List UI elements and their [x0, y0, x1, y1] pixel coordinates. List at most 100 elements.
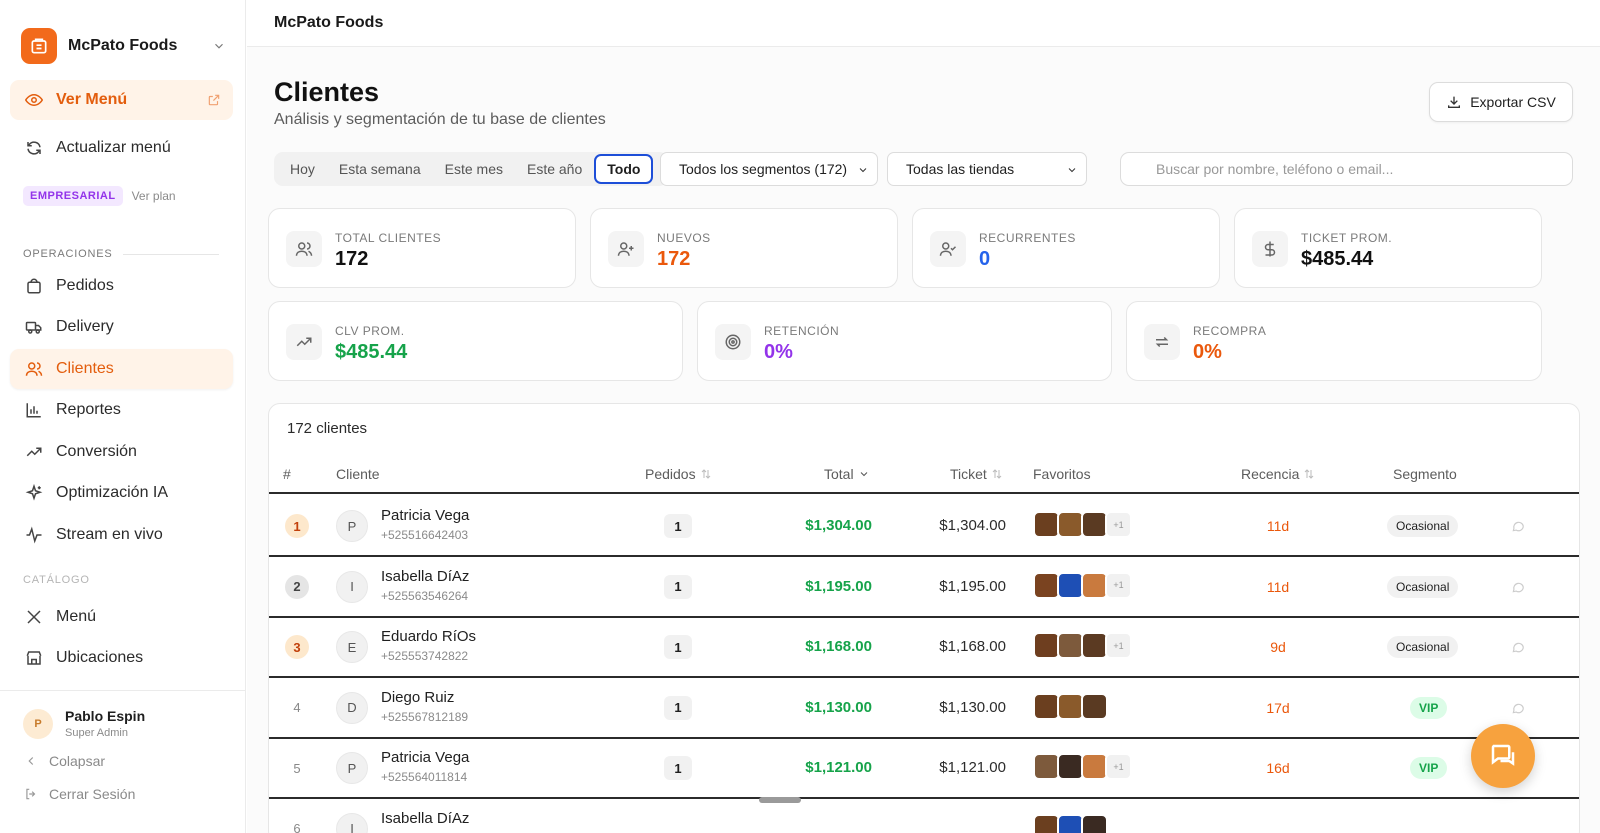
- stat-label: RECURRENTES: [979, 231, 1076, 245]
- plan-badge: EMPRESARIAL: [23, 186, 123, 206]
- users-icon: [286, 231, 322, 267]
- sidebar-item-pedidos[interactable]: Pedidos: [10, 266, 233, 306]
- sidebar-item-label: Stream en vivo: [56, 526, 163, 543]
- logout-button[interactable]: Cerrar Sesión: [23, 786, 135, 802]
- customer-name[interactable]: Patricia Vega: [381, 507, 469, 524]
- sidebar-item-delivery[interactable]: Delivery: [10, 307, 233, 347]
- ver-plan-link[interactable]: Ver plan: [132, 189, 176, 203]
- stat-label: CLV PROM.: [335, 324, 405, 338]
- table-row[interactable]: 5 P Patricia Vega +525564011814 1 $1,121…: [269, 738, 1579, 799]
- logout-icon: [23, 786, 39, 802]
- segment-badge: Ocasional: [1387, 515, 1459, 537]
- search-input[interactable]: Buscar por nombre, teléfono o email...: [1120, 152, 1573, 186]
- header-cliente: Cliente: [336, 466, 380, 482]
- customer-avatar: D: [336, 691, 368, 724]
- stat-label: RECOMPRA: [1193, 324, 1267, 338]
- header-ticket-label: Ticket: [950, 466, 987, 482]
- customer-name[interactable]: Isabella DíAz: [381, 568, 469, 585]
- period-este-ano[interactable]: Este año: [515, 154, 594, 184]
- customer-name[interactable]: Diego Ruiz: [381, 689, 454, 706]
- chevron-left-icon: [23, 753, 39, 769]
- sidebar-item-ubicaciones[interactable]: Ubicaciones: [10, 638, 233, 678]
- bar-chart-icon: [24, 400, 44, 420]
- sidebar-item-reportes[interactable]: Reportes: [10, 390, 233, 430]
- table-row[interactable]: 1 P Patricia Vega +525516642403 1 $1,304…: [269, 496, 1579, 557]
- recency-value: 11d: [1266, 578, 1290, 595]
- header-segmento: Segmento: [1393, 466, 1457, 482]
- customer-phone: +525564011814: [381, 770, 468, 784]
- message-icon[interactable]: [1511, 580, 1525, 594]
- sidebar-item-conversion[interactable]: Conversión: [10, 432, 233, 472]
- period-este-mes[interactable]: Este mes: [433, 154, 515, 184]
- sidebar-item-optimizacion-ia[interactable]: Optimización IA: [10, 473, 233, 513]
- sort-icon: [701, 469, 710, 479]
- plan-row: EMPRESARIAL Ver plan: [23, 186, 176, 206]
- brand-name: McPato Foods: [68, 37, 178, 54]
- stat-clv-prom: CLV PROM. $485.44: [268, 301, 683, 381]
- customer-phone: +525563546264: [381, 588, 469, 603]
- period-hoy[interactable]: Hoy: [278, 154, 327, 184]
- section-catalogo-label: CATÁLOGO: [23, 574, 90, 586]
- message-icon[interactable]: [1511, 640, 1525, 654]
- segment-select[interactable]: Todos los segmentos (172): [660, 152, 878, 186]
- ver-menu-label: Ver Menú: [56, 91, 128, 108]
- stat-nuevos: NUEVOS 172: [590, 208, 898, 288]
- period-todo[interactable]: Todo: [594, 154, 654, 184]
- table-count: 172 clientes: [287, 420, 368, 437]
- chat-button[interactable]: [1471, 724, 1535, 788]
- brand-switcher[interactable]: McPato Foods: [21, 28, 226, 64]
- header-rank: #: [283, 466, 291, 482]
- customer-avatar: P: [336, 510, 368, 542]
- chevron-down-icon: [1068, 168, 1076, 173]
- activity-icon: [24, 525, 44, 545]
- customer-avatar: P: [336, 752, 368, 784]
- sidebar-item-menu[interactable]: Menú: [10, 597, 233, 637]
- favorite-dish-thumbnail: [1057, 813, 1084, 833]
- ver-menu-link[interactable]: Ver Menú: [10, 80, 233, 120]
- sidebar-item-label: Optimización IA: [56, 484, 169, 501]
- customer-name[interactable]: Isabella DíAz: [381, 810, 469, 827]
- favorite-dish-thumbnail: [1057, 571, 1084, 599]
- sidebar-item-clientes[interactable]: Clientes: [10, 349, 233, 389]
- sidebar-item-label: Reportes: [56, 401, 121, 418]
- store-select[interactable]: Todas las tiendas: [887, 152, 1087, 186]
- ticket-value: $1,121.00: [939, 759, 1006, 776]
- customer-name[interactable]: Patricia Vega: [381, 749, 469, 766]
- trending-up-icon: [286, 324, 322, 360]
- recency-value: 17d: [1266, 699, 1290, 716]
- export-csv-button[interactable]: Exportar CSV: [1429, 82, 1573, 122]
- table-row[interactable]: 6 I Isabella DíAz: [269, 799, 1579, 833]
- header-total[interactable]: Total: [824, 466, 870, 482]
- message-icon[interactable]: [1511, 519, 1525, 533]
- user-profile[interactable]: P Pablo Espin Super Admin: [23, 708, 145, 739]
- table-row[interactable]: 4 D Diego Ruiz +525567812189 1 $1,130.00…: [269, 678, 1579, 739]
- favorite-dish-thumbnail: [1057, 632, 1084, 659]
- chevron-down-icon: [215, 43, 223, 49]
- stat-total-clientes: TOTAL CLIENTES 172: [268, 208, 576, 288]
- repeat-icon: [1144, 324, 1180, 360]
- ticket-value: $1,130.00: [939, 698, 1006, 716]
- scroll-handle[interactable]: [759, 797, 801, 803]
- header-pedidos[interactable]: Pedidos: [645, 466, 712, 482]
- favorite-dish-thumbnail: [1081, 571, 1108, 599]
- sidebar-item-stream[interactable]: Stream en vivo: [10, 515, 233, 555]
- eye-icon: [24, 90, 44, 110]
- header-recencia[interactable]: Recencia: [1241, 466, 1315, 482]
- actualizar-menu-link[interactable]: Actualizar menú: [10, 128, 233, 168]
- table-row[interactable]: 2 I Isabella DíAz +525563546264 1 $1,195…: [269, 557, 1579, 618]
- table-row[interactable]: 3 E Eduardo RíOs +525553742822 1 $1,168.…: [269, 617, 1579, 678]
- header-total-label: Total: [824, 466, 854, 482]
- stat-value: $485.44: [1301, 248, 1374, 270]
- customer-phone: +525567812189: [381, 709, 469, 724]
- truck-icon: [24, 317, 44, 337]
- collapse-button[interactable]: Colapsar: [23, 753, 105, 769]
- period-esta-semana[interactable]: Esta semana: [327, 154, 433, 184]
- rank-badge: 1: [285, 514, 309, 538]
- header-ticket[interactable]: Ticket: [950, 466, 1003, 482]
- stat-value: 0%: [1193, 341, 1222, 363]
- message-icon[interactable]: [1511, 701, 1525, 715]
- customer-name[interactable]: Eduardo RíOs: [381, 628, 476, 645]
- chevron-down-icon: [859, 168, 867, 173]
- section-catalogo: CATÁLOGO: [23, 574, 219, 586]
- customer-phone: +525553742822: [381, 649, 469, 663]
